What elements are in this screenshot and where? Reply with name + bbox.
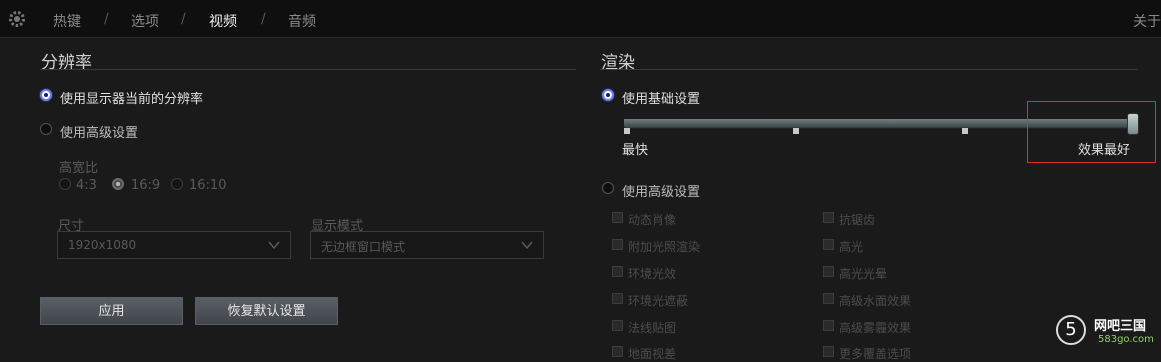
tab-separator: / (181, 11, 186, 27)
option-checkbox[interactable] (823, 212, 834, 223)
option-label: 高光 (839, 240, 864, 254)
option-label: 高级水面效果 (839, 294, 912, 308)
option-checkbox[interactable] (612, 266, 623, 277)
option-checkbox[interactable] (612, 239, 623, 250)
gear-icon[interactable] (7, 9, 27, 29)
use-basic-render-label: 使用基础设置 (622, 92, 701, 107)
option-checkbox[interactable] (823, 266, 834, 277)
slider-min-label: 最快 (622, 143, 649, 158)
option-label: 法线贴图 (628, 321, 677, 335)
tab-video[interactable]: 视频 (209, 11, 237, 31)
tab-hotkeys[interactable]: 热键 (53, 11, 81, 31)
chevron-down-icon (521, 241, 533, 250)
site-watermark-logo: 5 网吧三国 583go.com (1052, 313, 1160, 353)
slider-tick (624, 128, 630, 134)
tab-options[interactable]: 选项 (131, 11, 159, 31)
tab-separator: / (104, 11, 109, 27)
option-label: 更多覆盖选项 (839, 347, 912, 361)
aspect-16-10-radio[interactable] (171, 178, 183, 190)
logo-name: 网吧三国 (1094, 319, 1147, 334)
slider-tick (962, 128, 968, 134)
tab-separator: / (261, 11, 266, 27)
option-label: 高级雾霾效果 (839, 321, 912, 335)
size-dropdown-value: 1920x1080 (68, 238, 137, 252)
option-checkbox[interactable] (612, 346, 623, 357)
aspect-ratio-label: 高宽比 (59, 161, 99, 176)
apply-button[interactable]: 应用 (40, 297, 183, 325)
display-mode-dropdown-value: 无边框窗口模式 (321, 240, 406, 254)
option-label: 环境光遮蔽 (628, 294, 689, 308)
option-label: 高光光晕 (839, 267, 888, 281)
option-label: 附加光照渲染 (628, 240, 701, 254)
aspect-16-9-label: 16:9 (131, 178, 161, 193)
aspect-4-3-label: 4:3 (76, 178, 97, 193)
reset-defaults-button[interactable]: 恢复默认设置 (195, 297, 338, 325)
use-advanced-resolution-radio[interactable] (40, 123, 52, 135)
slider-tick (793, 128, 799, 134)
aspect-4-3-radio[interactable] (59, 178, 71, 190)
use-advanced-resolution-label: 使用高级设置 (60, 126, 139, 141)
option-checkbox[interactable] (612, 212, 623, 223)
chevron-down-icon (268, 241, 280, 250)
option-label: 地面视差 (628, 347, 677, 361)
logo-url: 583go.com (1098, 334, 1154, 345)
use-monitor-resolution-radio[interactable] (40, 89, 52, 101)
option-checkbox[interactable] (823, 320, 834, 331)
option-label: 环境光效 (628, 267, 677, 281)
top-nav-bar: 热键 / 选项 / 视频 / 音频 关于 (0, 0, 1161, 38)
display-mode-dropdown[interactable]: 无边框窗口模式 (310, 231, 544, 259)
size-dropdown[interactable]: 1920x1080 (57, 231, 291, 259)
use-advanced-render-radio[interactable] (602, 182, 614, 194)
aspect-16-9-radio[interactable] (112, 178, 124, 190)
option-checkbox[interactable] (823, 346, 834, 357)
tab-about[interactable]: 关于 (1133, 11, 1161, 31)
highlight-annotation-box (1027, 101, 1156, 163)
use-advanced-render-label: 使用高级设置 (622, 185, 701, 200)
aspect-16-10-label: 16:10 (189, 178, 227, 193)
option-label: 抗锯齿 (839, 213, 876, 227)
use-monitor-resolution-label: 使用显示器当前的分辨率 (60, 92, 204, 107)
option-checkbox[interactable] (823, 293, 834, 304)
use-basic-render-radio[interactable] (602, 89, 614, 101)
logo-ring: 5 (1056, 315, 1086, 345)
tab-audio[interactable]: 音频 (288, 11, 316, 31)
option-checkbox[interactable] (823, 239, 834, 250)
section-divider (600, 69, 1138, 70)
section-divider (40, 69, 576, 70)
option-label: 动态肖像 (628, 213, 677, 227)
option-checkbox[interactable] (612, 293, 623, 304)
option-checkbox[interactable] (612, 320, 623, 331)
